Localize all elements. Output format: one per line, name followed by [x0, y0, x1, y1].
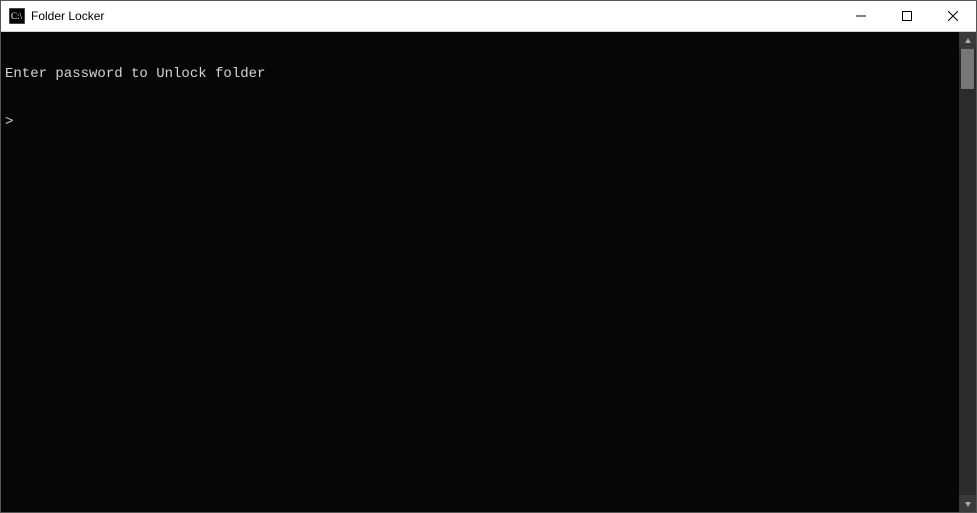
client-area: Enter password to Unlock folder > [1, 32, 976, 512]
window: C:\ Folder Locker Enter password to Unlo… [0, 0, 977, 513]
window-title: Folder Locker [31, 9, 104, 23]
window-controls [838, 1, 976, 31]
scroll-up-button[interactable] [959, 32, 976, 49]
console[interactable]: Enter password to Unlock folder > [1, 32, 959, 512]
scroll-track[interactable] [959, 49, 976, 495]
scroll-thumb[interactable] [961, 49, 974, 89]
console-message: Enter password to Unlock folder [5, 66, 955, 82]
password-input[interactable] [13, 114, 955, 130]
close-button[interactable] [930, 1, 976, 31]
titlebar[interactable]: C:\ Folder Locker [1, 1, 976, 32]
vertical-scrollbar[interactable] [959, 32, 976, 512]
minimize-button[interactable] [838, 1, 884, 31]
titlebar-left: C:\ Folder Locker [1, 8, 104, 24]
scroll-down-button[interactable] [959, 495, 976, 512]
cmd-icon: C:\ [9, 8, 25, 24]
prompt-line: > [5, 114, 955, 130]
prompt-symbol: > [5, 114, 13, 130]
svg-text:C:\: C:\ [11, 11, 23, 21]
maximize-button[interactable] [884, 1, 930, 31]
